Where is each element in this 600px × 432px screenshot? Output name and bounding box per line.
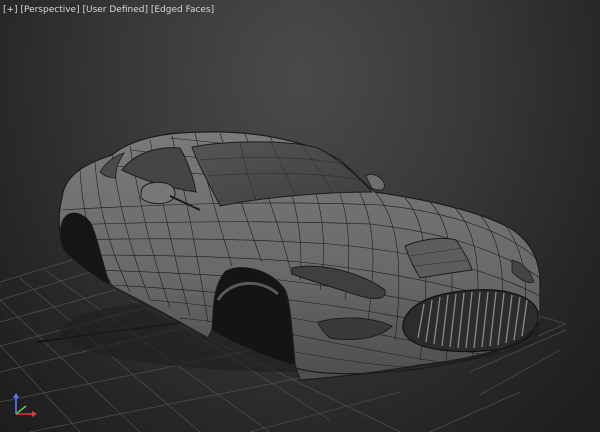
y-axis-line — [15, 405, 27, 415]
viewport-label: [+] [Perspective] [User Defined] [Edged … — [3, 3, 214, 17]
xyz-axis-tripod-icon — [13, 393, 37, 417]
viewport-scene[interactable] — [0, 0, 600, 432]
z-axis-arrow — [13, 393, 19, 398]
perspective-viewport[interactable]: [+] [Perspective] [User Defined] [Edged … — [0, 0, 600, 432]
viewport-shading-label[interactable]: [User Defined] — [82, 5, 148, 15]
side-mirror — [140, 181, 176, 205]
x-axis-arrow — [32, 411, 37, 417]
viewport-edged-faces-label[interactable]: [Edged Faces] — [151, 5, 214, 15]
viewport-menu-plus[interactable]: [+] — [3, 5, 18, 15]
viewport-point-of-view-label[interactable]: [Perspective] — [20, 5, 79, 15]
